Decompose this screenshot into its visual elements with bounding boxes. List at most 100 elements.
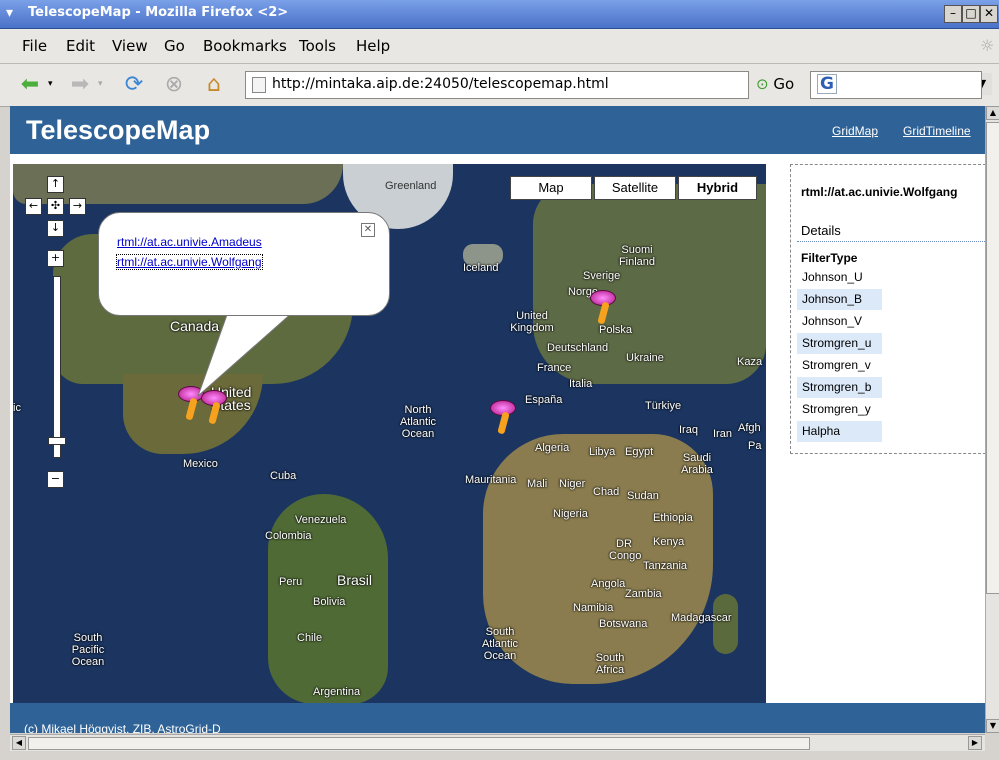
map-label: Chad <box>593 486 620 498</box>
filtertype-header: FilterType <box>801 251 858 265</box>
pan-down-icon[interactable]: ↓ <box>47 220 64 237</box>
page-icon <box>252 77 266 93</box>
map-label: Kenya <box>653 536 685 548</box>
url-bar[interactable]: http://mintaka.aip.de:24050/telescopemap… <box>245 71 992 99</box>
navigation-toolbar: ⬅ ▾ ➡ ▾ ⟳ ⊗ ⌂ http://mintaka.aip.de:2405… <box>0 64 999 107</box>
map-label: Nigeria <box>553 508 588 520</box>
map-type-map-button[interactable]: Map <box>510 176 592 200</box>
map-label: Ukraine <box>626 352 664 364</box>
filter-row: Halpha <box>797 421 882 442</box>
status-bar <box>0 751 999 760</box>
close-icon[interactable]: ✕ <box>980 5 998 23</box>
site-logo[interactable]: TelescopeMap <box>26 115 210 146</box>
filter-row: Stromgren_v <box>802 358 871 372</box>
map-label: Saudi Arabia <box>681 452 713 476</box>
menu-bookmarks[interactable]: Bookmarks <box>203 37 287 55</box>
vertical-scroll-thumb[interactable] <box>986 122 999 594</box>
map-label: Suomi Finland <box>618 244 656 268</box>
scroll-down-icon[interactable]: ▼ <box>986 719 999 733</box>
map-label: Pa <box>748 440 762 452</box>
scroll-left-icon[interactable]: ◀ <box>12 736 26 750</box>
map-label: España <box>525 394 563 406</box>
telescope-marker[interactable] <box>490 400 516 440</box>
menu-view[interactable]: View <box>112 37 148 55</box>
map-canvas[interactable]: Map Satellite Hybrid ↑ ← ✣ → ↓ + − Green… <box>13 164 766 704</box>
pan-left-icon[interactable]: ← <box>25 198 42 215</box>
site-header: TelescopeMap GridMap GridTimeline <box>10 106 985 154</box>
minimize-icon[interactable]: – <box>944 5 962 23</box>
maximize-icon[interactable]: □ <box>962 5 980 23</box>
map-type-hybrid-button[interactable]: Hybrid <box>678 176 757 200</box>
map-label: Angola <box>591 578 626 590</box>
popup-close-icon[interactable]: ✕ <box>361 223 375 237</box>
filter-row: Stromgren_b <box>797 377 882 398</box>
site-footer: (c) Mikael Höggvist, ZIB, AstroGrid-D <box>10 703 985 733</box>
map-label: Algeria <box>535 442 570 454</box>
map-label: Cuba <box>270 470 297 482</box>
forward-dropdown-icon[interactable]: ▾ <box>98 79 103 89</box>
home-icon[interactable]: ⌂ <box>200 71 228 99</box>
filter-row: Johnson_U <box>802 270 863 284</box>
menu-edit[interactable]: Edit <box>66 37 95 55</box>
map-label: South Atlantic Ocean <box>481 626 519 662</box>
zoom-slider[interactable] <box>53 276 61 458</box>
map-label: DR Congo <box>609 538 642 562</box>
gridtimeline-link[interactable]: GridTimeline <box>903 124 971 138</box>
menu-file[interactable]: File <box>22 37 47 55</box>
details-title: rtml://at.ac.univie.Wolfgang <box>801 185 958 199</box>
map-type-satellite-button[interactable]: Satellite <box>594 176 676 200</box>
details-label: Details <box>801 223 841 238</box>
map-label: Argentina <box>313 686 361 698</box>
popup-link-wolfgang[interactable]: rtml://at.ac.univie.Wolfgang <box>116 254 263 270</box>
zoom-slider-knob[interactable] <box>48 437 66 445</box>
stop-icon[interactable]: ⊗ <box>160 71 188 99</box>
url-text: http://mintaka.aip.de:24050/telescopemap… <box>272 76 609 92</box>
popup-link-amadeus[interactable]: rtml://at.ac.univie.Amadeus <box>117 235 262 249</box>
telescope-marker[interactable] <box>590 290 616 330</box>
horizontal-scrollbar[interactable]: ◀ ▶ <box>10 734 985 751</box>
map-label: Peru <box>279 576 303 588</box>
window-title: TelescopeMap - Mozilla Firefox <2> <box>28 5 289 20</box>
map-label: Iran <box>713 428 732 440</box>
pan-center-icon[interactable]: ✣ <box>47 198 64 215</box>
map-label: Deutschland <box>547 342 609 354</box>
search-engine-icon[interactable]: G <box>817 74 837 94</box>
zoom-in-icon[interactable]: + <box>47 250 64 267</box>
menu-go[interactable]: Go <box>164 37 185 55</box>
scroll-right-icon[interactable]: ▶ <box>968 736 982 750</box>
map-label: United Kingdom <box>510 310 554 334</box>
map-label: Afgh <box>738 422 761 434</box>
back-icon[interactable]: ⬅ <box>16 71 44 99</box>
map-label: Chile <box>297 632 323 644</box>
details-divider <box>797 241 985 242</box>
go-button[interactable]: ⊙ Go <box>756 71 794 97</box>
zoom-out-icon[interactable]: − <box>47 471 64 488</box>
menu-tools[interactable]: Tools <box>299 37 336 55</box>
map-label: Madagascar <box>671 612 732 624</box>
back-dropdown-icon[interactable]: ▾ <box>48 79 53 89</box>
forward-icon[interactable]: ➡ <box>66 71 94 99</box>
window-menu-icon[interactable]: ▾ <box>6 6 20 20</box>
horizontal-scroll-thumb[interactable] <box>28 737 810 750</box>
pan-right-icon[interactable]: → <box>69 198 86 215</box>
filter-row: Johnson_V <box>802 314 863 328</box>
go-icon: ⊙ <box>756 75 769 93</box>
madagascar-land <box>713 594 738 654</box>
map-label: Zambia <box>625 588 662 600</box>
filter-row: Johnson_B <box>797 289 882 310</box>
popup-tail <box>197 311 295 397</box>
scroll-up-icon[interactable]: ▲ <box>986 106 999 120</box>
map-label: Greenland <box>385 180 437 192</box>
map-label: Brasil <box>337 572 373 588</box>
pan-up-icon[interactable]: ↑ <box>47 176 64 193</box>
map-label: Namibia <box>573 602 614 614</box>
map-label: Mali <box>527 478 548 490</box>
footer-copyright: (c) Mikael Höggvist, ZIB, AstroGrid-D <box>24 722 221 733</box>
vertical-scrollbar[interactable]: ▲ ▼ <box>985 106 999 733</box>
search-input[interactable]: G <box>810 71 982 99</box>
map-label: Iceland <box>463 262 499 274</box>
reload-icon[interactable]: ⟳ <box>120 71 148 99</box>
info-popup: rtml://at.ac.univie.Amadeus rtml://at.ac… <box>98 212 390 316</box>
menu-help[interactable]: Help <box>356 37 390 55</box>
gridmap-link[interactable]: GridMap <box>832 124 878 138</box>
